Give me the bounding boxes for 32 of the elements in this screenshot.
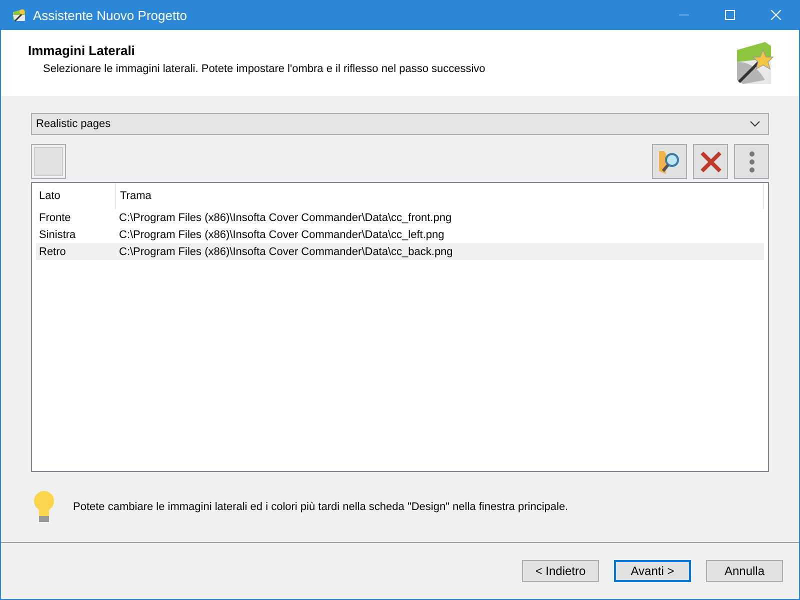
close-icon[interactable] — [771, 10, 781, 20]
page-title: Immagini Laterali — [28, 43, 136, 58]
wizard-button[interactable]: Annulla — [706, 560, 783, 582]
chevron-down-icon — [750, 121, 760, 127]
delete-icon — [700, 150, 722, 172]
table-cell-text: Sinistra — [38, 228, 77, 240]
wizard-button[interactable]: < Indietro — [522, 560, 599, 582]
magic-wand-icon — [735, 40, 775, 86]
lightbulb-icon — [33, 490, 55, 524]
page-subtitle: Selezionare le immagini laterali. Potete impostare l'ombra e il riflesso nel passo successivo — [42, 63, 486, 75]
table-row[interactable]: Sinistra C:\Program Files (x86)\Insofta Cover Commander\Data\cc_left.png — [36, 226, 764, 243]
tip-text: Potete cambiare le immagini laterali ed i colori più tardi nella scheda "Design" nella finestra principale. — [73, 501, 568, 513]
preset-dropdown[interactable]: Realistic pages — [31, 113, 769, 135]
column-header[interactable]: Trama — [116, 183, 764, 209]
column-header[interactable]: Lato — [36, 183, 116, 209]
browse-button[interactable] — [652, 144, 687, 179]
table-cell-text: C:\Program Files (x86)\Insofta Cover Commander\Data\cc_back.png — [118, 246, 454, 258]
more-icon — [748, 150, 754, 172]
window-title: Assistente Nuovo Progetto — [33, 8, 187, 22]
app-icon — [11, 7, 27, 23]
maximize-icon[interactable] — [725, 10, 735, 20]
table-cell-text: Fronte — [38, 212, 72, 224]
table-cell-text: Retro — [38, 246, 67, 258]
wizard-button[interactable]: Avanti > — [614, 560, 691, 582]
preview-button[interactable] — [31, 144, 66, 179]
table-row[interactable]: Fronte C:\Program Files (x86)\Insofta Cover Commander\Data\cc_front.png — [36, 209, 764, 226]
more-button[interactable] — [734, 144, 769, 179]
delete-button[interactable] — [693, 144, 728, 179]
table-cell-text: C:\Program Files (x86)\Insofta Cover Commander\Data\cc_left.png — [118, 228, 446, 240]
table-cell-text: C:\Program Files (x86)\Insofta Cover Commander\Data\cc_front.png — [118, 212, 453, 224]
table-row[interactable]: Retro C:\Program Files (x86)\Insofta Cover Commander\Data\cc_back.png — [36, 243, 764, 260]
folder-search-icon — [658, 148, 682, 174]
